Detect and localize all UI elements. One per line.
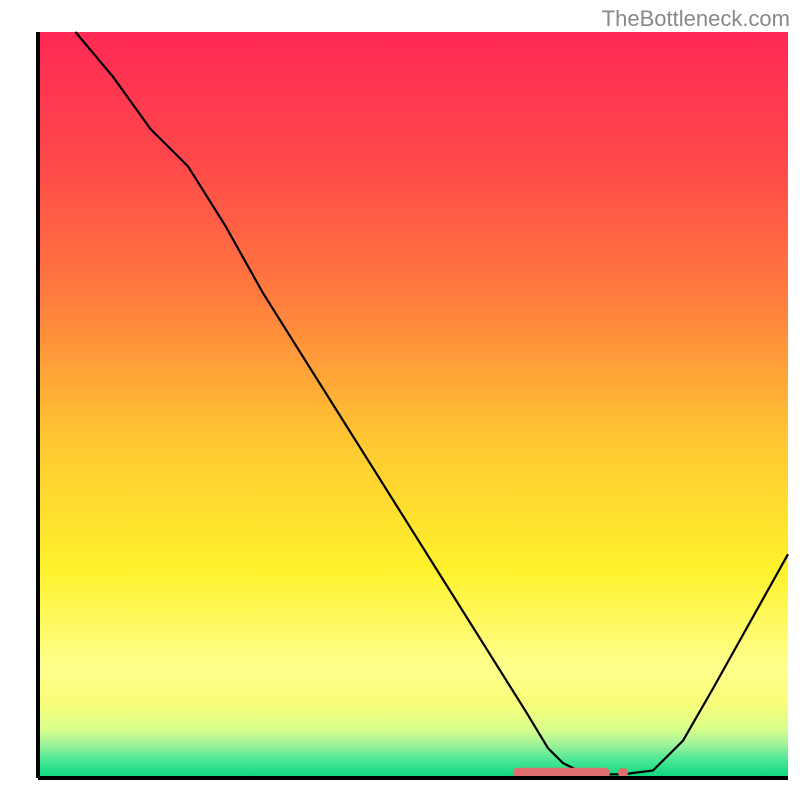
watermark: TheBottleneck.com	[602, 6, 790, 32]
chart-container: TheBottleneck.com	[0, 0, 800, 800]
chart-svg	[0, 0, 800, 800]
